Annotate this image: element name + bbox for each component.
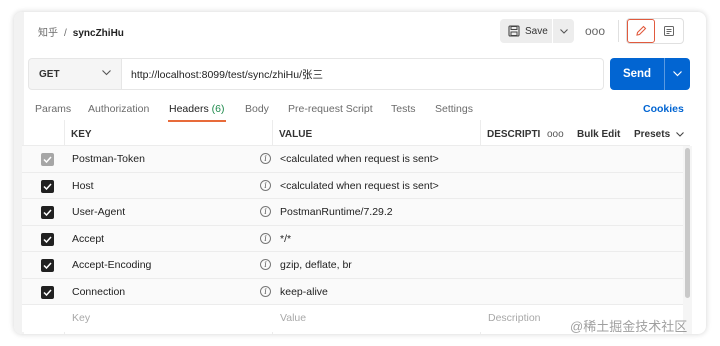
watermark: @稀土掘金技术社区: [570, 319, 688, 334]
chevron-down-icon: [102, 70, 111, 76]
row-value[interactable]: <calculated when request is sent>: [280, 180, 439, 192]
row-checkbox[interactable]: [41, 206, 54, 219]
info-icon[interactable]: i: [260, 285, 271, 297]
headers-table: KEY VALUE DESCRIPTI ooo Bulk Edit Preset…: [22, 120, 690, 334]
info-icon[interactable]: i: [260, 153, 271, 164]
column-options-icon[interactable]: ooo: [547, 129, 564, 140]
row-value[interactable]: <calculated when request is sent>: [280, 153, 439, 165]
pencil-icon: [636, 25, 647, 36]
row-value[interactable]: */*: [280, 233, 291, 245]
check-icon: [43, 156, 52, 163]
table-row: Accept-Encoding i gzip, deflate, br: [22, 252, 690, 279]
save-button-group: Save: [500, 19, 574, 43]
edit-mode-button[interactable]: [627, 19, 655, 43]
row-key[interactable]: Connection: [72, 286, 125, 298]
send-button-group: Send: [610, 58, 690, 90]
row-value[interactable]: PostmanRuntime/7.29.2: [280, 206, 393, 218]
row-checkbox[interactable]: [41, 285, 54, 299]
save-icon: [508, 25, 520, 37]
tab-tests[interactable]: Tests: [391, 103, 416, 115]
headers-count-badge: (6): [211, 103, 225, 115]
scrollbar-thumb[interactable]: [685, 148, 690, 298]
tab-params[interactable]: Params: [35, 103, 71, 115]
row-key[interactable]: Host: [72, 180, 94, 192]
check-icon: [43, 262, 52, 269]
check-icon: [43, 209, 52, 216]
save-button[interactable]: Save: [500, 19, 552, 43]
check-icon: [43, 235, 52, 243]
presets-label: Presets: [634, 129, 671, 140]
chevron-down-icon: [676, 132, 684, 137]
bulk-edit-button[interactable]: Bulk Edit: [577, 129, 620, 140]
table-row: Accept i */*: [22, 225, 690, 252]
table-row: User-Agent i PostmanRuntime/7.29.2: [22, 199, 690, 226]
row-value[interactable]: keep-alive: [280, 286, 328, 298]
check-icon: [43, 288, 52, 296]
tab-prerequest-script[interactable]: Pre-request Script: [288, 103, 373, 115]
tab-headers-label: Headers: [169, 103, 209, 115]
column-key: KEY: [71, 129, 92, 140]
presets-dropdown[interactable]: Presets: [634, 129, 684, 140]
info-icon[interactable]: i: [260, 259, 271, 270]
chevron-down-icon: [673, 71, 682, 77]
tab-settings[interactable]: Settings: [435, 103, 473, 115]
view-mode-toggle: [626, 18, 684, 44]
more-actions-icon[interactable]: ooo: [584, 20, 606, 42]
info-icon[interactable]: i: [260, 206, 271, 217]
breadcrumb-parent[interactable]: 知乎: [38, 28, 58, 39]
send-button[interactable]: Send: [610, 58, 664, 90]
cookies-link[interactable]: Cookies: [643, 103, 684, 115]
row-key[interactable]: Postman-Token: [72, 153, 145, 165]
table-row: Connection i keep-alive: [22, 278, 690, 305]
postman-request-window: 知乎 / syncZhiHu Save ooo GET http://local…: [14, 12, 706, 334]
tab-headers[interactable]: Headers (6): [169, 103, 224, 115]
row-checkbox[interactable]: [41, 259, 54, 272]
row-checkbox[interactable]: [41, 232, 54, 246]
save-label: Save: [525, 25, 548, 37]
send-options-dropdown[interactable]: [664, 58, 690, 90]
new-description-input[interactable]: Description: [488, 312, 541, 324]
document-icon: [664, 26, 674, 36]
request-tabs: Params Authorization Headers (6) Body Pr…: [14, 100, 706, 120]
request-header: 知乎 / syncZhiHu Save ooo: [14, 12, 706, 52]
save-options-dropdown[interactable]: [552, 19, 574, 43]
table-row: Host i <calculated when request is sent>: [22, 172, 690, 199]
tab-authorization[interactable]: Authorization: [88, 103, 149, 115]
column-value: VALUE: [279, 129, 313, 140]
url-input[interactable]: http://localhost:8099/test/sync/zhiHu/张三: [122, 58, 604, 90]
row-checkbox[interactable]: [41, 153, 54, 166]
breadcrumb-current[interactable]: syncZhiHu: [73, 28, 124, 39]
new-key-input[interactable]: Key: [72, 312, 90, 324]
row-checkbox[interactable]: [41, 179, 54, 193]
check-icon: [43, 182, 52, 190]
row-key[interactable]: User-Agent: [72, 206, 125, 218]
header-divider: [618, 20, 619, 42]
method-select[interactable]: GET: [28, 58, 122, 90]
row-value[interactable]: gzip, deflate, br: [280, 259, 352, 271]
table-row: Postman-Token i <calculated when request…: [22, 146, 690, 173]
documentation-mode-button[interactable]: [655, 19, 683, 43]
tab-body[interactable]: Body: [245, 103, 269, 115]
row-key[interactable]: Accept: [72, 233, 104, 245]
breadcrumb-separator: /: [64, 28, 67, 39]
table-header: KEY VALUE DESCRIPTI ooo Bulk Edit Preset…: [22, 120, 690, 146]
url-value: http://localhost:8099/test/sync/zhiHu/张三: [131, 68, 324, 81]
new-value-input[interactable]: Value: [280, 312, 306, 324]
row-key[interactable]: Accept-Encoding: [72, 259, 151, 271]
breadcrumb: 知乎 / syncZhiHu: [38, 24, 124, 39]
column-description: DESCRIPTI: [487, 129, 541, 140]
info-icon[interactable]: i: [260, 179, 271, 191]
method-value: GET: [39, 68, 60, 80]
info-icon[interactable]: i: [260, 232, 271, 244]
chevron-down-icon: [559, 28, 568, 34]
